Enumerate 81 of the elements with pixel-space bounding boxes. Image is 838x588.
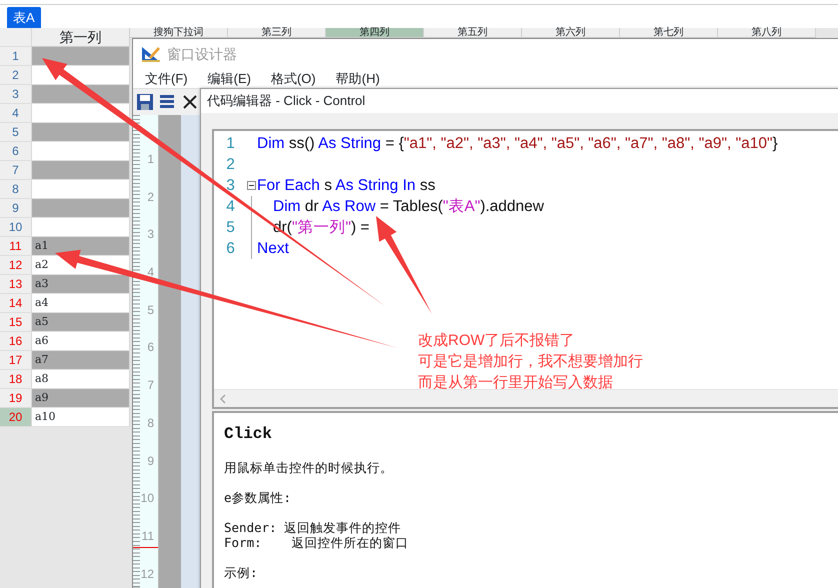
ruler-number: 12 [140,566,155,583]
row-header[interactable]: 3 [0,85,32,104]
ruler-number: 8 [146,416,155,432]
save-icon[interactable] [137,94,153,110]
help-text: 示例: [224,565,259,580]
row-header[interactable]: 16 [0,332,32,351]
window-title: 窗口设计器 [167,44,237,64]
row-header[interactable]: 1 [0,47,32,66]
table-cell: a5 [32,313,130,332]
line-number: 4 [225,196,236,217]
row-header[interactable]: 19 [0,389,32,408]
ruler-number: 6 [146,340,155,356]
collapse-icon[interactable] [247,181,256,190]
ruler-number: 7 [146,378,155,394]
ruler-number: 3 [146,227,155,244]
ruler-number: 4 [146,265,155,282]
column-header[interactable]: 第四列 [326,28,424,38]
window-title: 代码编辑器 - Click - Control [201,89,838,113]
help-text: Sender: 返回触发事件的控件 [224,520,402,535]
help-text: 用鼠标单击控件的时候执行。 [224,460,394,475]
column-header[interactable]: 第五列 [424,28,522,38]
row-header[interactable]: 7 [0,161,32,180]
table-cell: a7 [32,351,130,370]
line-number: 1 [225,134,236,154]
menu-item[interactable]: 编辑(E) [206,69,261,88]
annotation-text: 而是从第一行里开始写入数据 [418,373,614,393]
ruler-number: 5 [146,302,155,319]
table-cell: a10 [32,408,130,427]
ruler-number: 10 [140,491,155,508]
table-cell: a8 [32,370,130,389]
table-cell: a6 [32,332,130,351]
row-header[interactable]: 8 [0,180,32,199]
row-header[interactable]: 2 [0,66,32,85]
line-number: 5 [225,218,236,238]
column-header[interactable]: 第八列 [718,28,816,38]
row-header[interactable]: 15 [0,313,32,332]
column-header[interactable]: 第六列 [522,28,620,38]
table-cell: a1 [32,237,130,256]
row-header[interactable]: 13 [0,275,32,294]
column-header[interactable]: 第七列 [620,28,718,38]
code-line: Next [257,238,289,259]
sheet-tab[interactable]: 表A [7,7,41,28]
ruler-number: 9 [146,454,155,470]
help-text: e参数属性: [224,490,292,505]
row-header[interactable]: 5 [0,123,32,142]
ruler-number: 11 [140,528,155,545]
column-header[interactable]: 第三列 [228,28,326,38]
annotation-text: 改成ROW了后不报错了 [418,331,576,351]
row-header[interactable]: 6 [0,142,32,161]
row-header[interactable]: 12 [0,256,32,275]
line-number: 6 [225,238,236,259]
code-line: Dim dr As Row = Tables("表A").addnew [272,196,544,217]
row-header[interactable]: 9 [0,199,32,218]
menu-item[interactable]: 格式(O) [268,69,326,88]
line-number: 3 [225,176,236,196]
close-icon[interactable] [183,95,197,109]
help-heading: Click [224,424,274,445]
column-header[interactable]: 搜狗下拉词 [130,28,228,38]
menu-item[interactable]: 帮助(H) [334,69,390,88]
row-header[interactable]: 14 [0,294,32,313]
code-line: Dim ss() As String = {"a1", "a2", "a3", "a4", "a5", "a6", "a7", "a8", "a9", "a10"} [257,134,778,154]
row-header[interactable]: 20 [0,408,32,427]
table-cell: a4 [32,294,130,313]
list-icon[interactable] [159,94,177,110]
ruler-number: 2 [146,190,155,206]
row-header[interactable]: 17 [0,351,32,370]
ruler-number: 1 [146,152,155,168]
ruler-pencil-icon [141,45,161,63]
line-number: 2 [225,154,236,175]
row-header[interactable]: 18 [0,370,32,389]
table-cell: a9 [32,389,130,408]
table-cell: a3 [32,275,130,294]
menu-item[interactable]: 文件(F) [143,69,198,88]
column-header[interactable]: 第一列 [32,28,130,47]
code-line: For Each s As String In ss [257,176,436,196]
corner-cell [0,28,32,47]
help-text: Form: 返回控件所在的窗口 [224,535,410,550]
row-header[interactable]: 4 [0,104,32,123]
row-header[interactable]: 11 [0,237,32,256]
annotation-text: 可是它是增加行，我不想要增加行 [418,352,643,372]
row-header[interactable]: 10 [0,218,32,237]
